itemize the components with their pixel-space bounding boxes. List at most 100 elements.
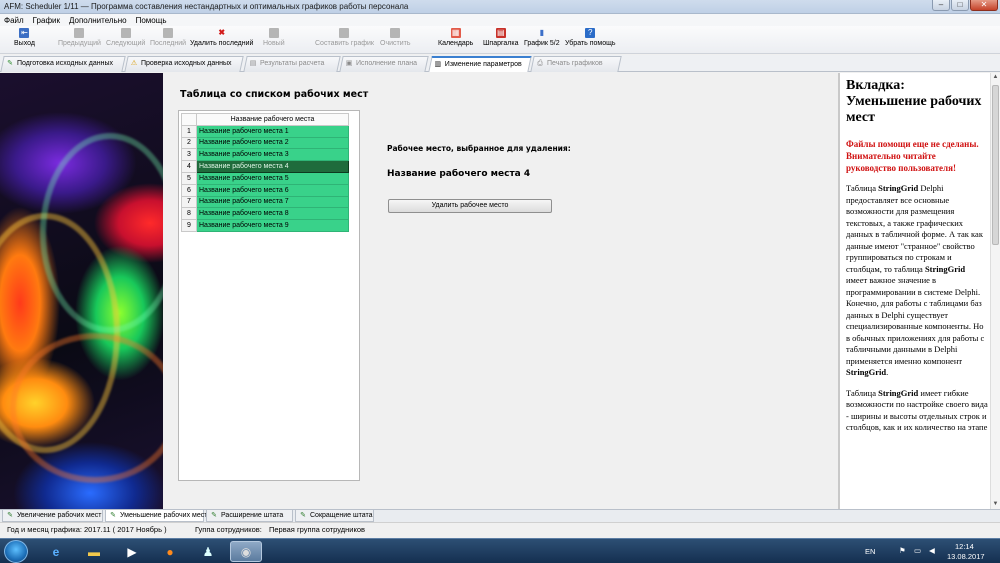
toolbar-last-button[interactable]: Последний [150,28,186,52]
minimize-button[interactable]: – [932,0,950,11]
grid-cell[interactable]: Название рабочего места 8 [196,207,349,221]
tab-increase-workplaces[interactable]: ✎ Увеличение рабочих мест [2,510,103,522]
table-row-selected[interactable]: 4 Название рабочего места 4 [181,160,349,173]
table-row[interactable]: 5 Название рабочего места 5 [181,171,349,185]
workplaces-grid-container[interactable]: Название рабочего места 1 Название рабоче… [178,110,360,481]
table-row[interactable]: 9 Название рабочего места 9 [181,219,349,232]
grid-cell[interactable]: Название рабочего места 7 [196,195,349,209]
calendar-icon: ▦ [450,28,461,38]
tab-prepare-data[interactable]: ✎ Подготовка исходных данных [0,56,126,72]
table-row[interactable]: 7 Название рабочего места 7 [181,195,349,209]
table-row[interactable]: 8 Название рабочего места 8 [181,207,349,221]
menu-help[interactable]: Помощь [136,16,167,25]
close-button[interactable]: ✕ [970,0,998,11]
grid-cell[interactable]: Название рабочего места 3 [196,148,349,162]
toolbar-chart-button[interactable]: ▮ График 5/2 [524,28,560,52]
internet-explorer-icon[interactable]: e [40,541,72,562]
tab-plan-execution[interactable]: ▣ Исполнение плана [339,56,429,72]
panel-heading: Таблица со списком рабочих мест [180,89,369,100]
window-title: AFM: Scheduler 1/11 — Программа составле… [4,2,409,11]
table-row[interactable]: 1 Название рабочего места 1 [181,124,349,138]
clear-icon [390,28,401,38]
grid-cell[interactable]: Название рабочего места 9 [196,219,349,232]
toolbar-delete-last-button[interactable]: ✖ Удалить последний [190,28,253,52]
tab-calc-results[interactable]: ▤ Результаты расчета [243,56,341,72]
pdf-icon: ▤ [495,28,506,38]
status-bar: Год и месяц графика: 2017.11 ( 2017 Нояб… [0,522,1000,537]
help-pane: Вкладка: Уменьшение рабочих мест Файлы п… [838,73,1000,509]
toolbar-exit-button[interactable]: ⇤ Выход [14,28,35,52]
grid-column-header: Название рабочего места [196,113,349,126]
status-group-value: Первая группа сотрудников [269,525,365,534]
title-bar: AFM: Scheduler 1/11 — Программа составле… [0,0,1000,14]
tab-print-schedules[interactable]: ⎙ Печать графиков [530,56,622,72]
menu-file[interactable]: Файл [4,16,24,25]
grid-cell[interactable]: Название рабочего места 6 [196,183,349,197]
flag-icon[interactable]: ⚑ [899,546,906,555]
next-icon [120,28,131,38]
decorative-art-image [0,73,163,509]
language-indicator[interactable]: EN [865,547,875,556]
toolbar-cheatsheet-button[interactable]: ▤ Шпаргалка [483,28,518,52]
grid-header-row: Название рабочего места [181,113,349,126]
tab-decrease-workplaces[interactable]: ✎ Уменьшение рабочих мест [105,510,207,522]
tab-reduce-staff[interactable]: ✎ Сокращение штата [295,510,374,522]
table-row[interactable]: 6 Название рабочего места 6 [181,183,349,197]
menu-extra[interactable]: Дополнительно [69,16,127,25]
workplace-panel: Таблица со списком рабочих мест Название… [163,73,837,509]
help-scrollbar[interactable]: ▲ ▼ [990,73,1000,509]
table-row[interactable]: 3 Название рабочего места 3 [181,148,349,162]
start-button[interactable] [4,540,28,563]
menu-bar: Файл График Дополнительно Помощь [0,14,1000,26]
scrollbar-thumb[interactable] [992,85,999,245]
windows-taskbar: e ▬ ▶ ● ♟ ◉ EN ⚑ ▭ ◀ 12:14 13.08.2017 [0,538,1000,563]
status-month-label: Год и месяц графика: [7,525,82,534]
warning-icon: ⚠ [130,60,138,67]
user-app-icon[interactable]: ♟ [192,541,224,562]
clock-date[interactable]: 13.08.2017 [947,552,985,561]
clock-time[interactable]: 12:14 [955,542,974,551]
print-icon: ⎙ [537,60,543,67]
tab-expand-staff[interactable]: ✎ Расширение штата [206,510,293,522]
results-icon: ▤ [249,60,257,67]
toolbar-hide-help-button[interactable]: ? Убрать помощь [565,28,616,52]
tab-change-params[interactable]: ▥ Изменение параметров [428,56,532,72]
edit-icon: ✎ [211,512,217,519]
toolbar-previous-button[interactable]: Предыдущий [58,28,101,52]
toolbar-calendar-button[interactable]: ▦ Календарь [438,28,473,52]
firefox-icon[interactable]: ● [154,541,186,562]
grid-cell[interactable]: Название рабочего места 2 [196,136,349,150]
grid-cell-selected[interactable]: Название рабочего места 4 [196,160,349,173]
toolbar-clear-button[interactable]: Очистить [380,28,410,52]
speaker-icon[interactable]: ◀ [929,546,935,555]
media-player-icon[interactable]: ▶ [116,541,148,562]
scroll-down-icon[interactable]: ▼ [992,500,999,509]
execution-icon: ▣ [345,60,353,67]
grid-cell[interactable]: Название рабочего места 1 [196,124,349,138]
status-group-label: Гуппа сотрудников: [195,525,262,534]
toolbar-new-button[interactable]: Новый [263,28,285,52]
help-warning: Файлы помощи еще не сделаны. Внимательно… [846,139,979,173]
scroll-up-icon[interactable]: ▲ [992,73,999,82]
previous-icon [74,28,85,38]
toolbar-next-button[interactable]: Следующий [106,28,145,52]
toolbar-build-schedule-button[interactable]: Составить график [315,28,374,52]
selected-workplace-value: Название рабочего места 4 [387,169,531,179]
edit-icon: ✎ [7,512,13,519]
help-title: Вкладка: Уменьшение рабочих мест [846,78,982,125]
grid-cell[interactable]: Название рабочего места 5 [196,171,349,185]
maximize-button[interactable]: □ [951,0,969,11]
help-paragraph-2: Таблица StringGrid имеет гибкие возможно… [846,387,988,433]
new-icon [268,28,279,38]
workplaces-grid[interactable]: Название рабочего места 1 Название рабоче… [181,113,349,232]
afm-scheduler-taskbar-button[interactable]: ◉ [230,541,262,562]
delete-workplace-button[interactable]: Удалить рабочее место [388,199,552,213]
exit-icon: ⇤ [19,28,30,38]
monitor-icon[interactable]: ▭ [914,546,921,555]
toolbar: ⇤ Выход Предыдущий Следующий Последний ✖… [0,26,1000,54]
folder-icon[interactable]: ▬ [78,541,110,562]
table-row[interactable]: 2 Название рабочего места 2 [181,136,349,150]
build-icon [339,28,350,38]
menu-schedule[interactable]: График [33,16,60,25]
tab-check-data[interactable]: ⚠ Проверка исходных данных [124,56,244,72]
